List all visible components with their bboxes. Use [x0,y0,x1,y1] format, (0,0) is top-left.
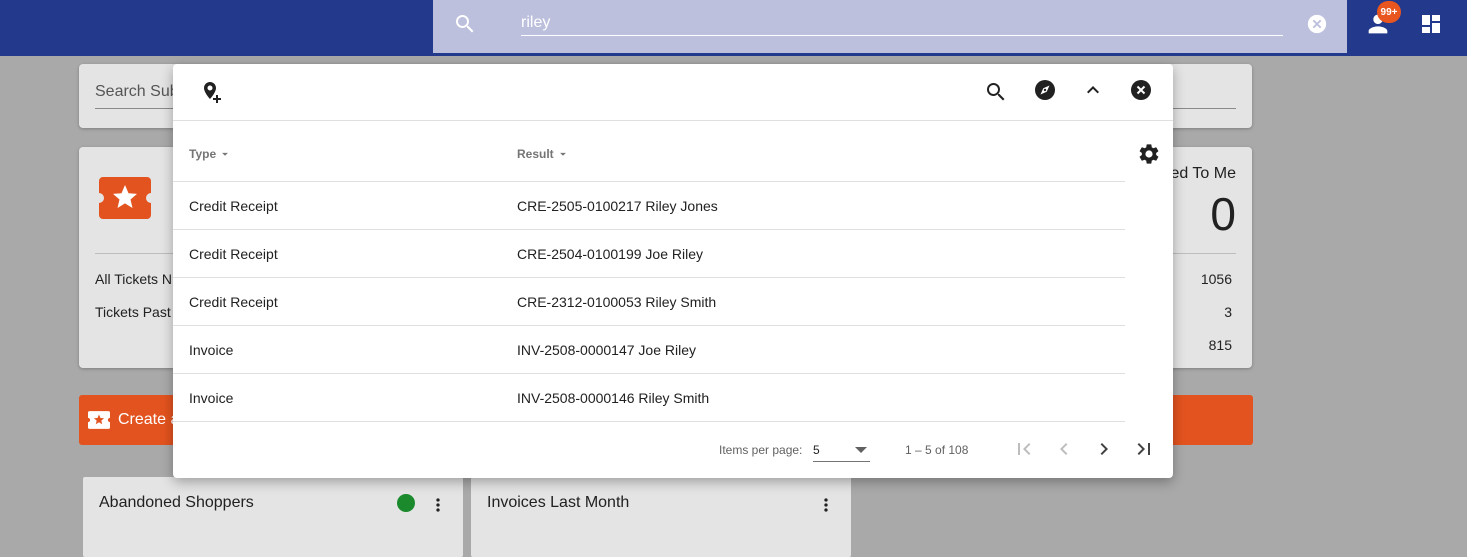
ticket-row-value: 815 [1208,337,1232,353]
cell-type: Credit Receipt [189,294,278,310]
widget-abandoned-shoppers: Abandoned Shoppers [83,477,463,557]
cell-type: Credit Receipt [189,198,278,214]
cell-result: CRE-2312-0100053 Riley Smith [517,294,717,310]
first-page-icon[interactable] [1012,437,1036,461]
search-icon[interactable] [453,12,477,36]
subscriber-search-placeholder[interactable]: Search Sub [95,83,179,101]
ticket-row-label[interactable]: All Tickets N [95,271,172,287]
items-per-page-select[interactable]: 5 [813,438,870,462]
table-row[interactable]: Invoice INV-2508-0000146 Riley Smith [173,374,1125,422]
add-location-icon[interactable] [200,80,224,104]
cell-type: Invoice [189,390,234,406]
table-row[interactable]: Credit Receipt CRE-2504-0100199 Joe Rile… [173,230,1125,278]
column-header-result[interactable]: Result [517,147,570,161]
table-row[interactable]: Credit Receipt CRE-2312-0100053 Riley Sm… [173,278,1125,326]
cell-result: INV-2508-0000147 Joe Riley [517,342,697,358]
global-search-input[interactable] [521,10,1283,36]
clear-icon[interactable] [1306,13,1328,35]
create-ticket-label: Create a [118,411,180,428]
next-page-icon[interactable] [1092,437,1116,461]
assigned-to-me-label: ed To Me [1170,165,1236,182]
widget-title: Abandoned Shoppers [99,494,254,511]
more-vert-icon[interactable] [428,495,448,515]
cell-type: Credit Receipt [189,246,278,262]
page-range-label: 1 – 5 of 108 [905,443,969,457]
app-bar: 99+ [0,0,1467,56]
search-results-panel: Type Result Credit Receipt CRE-2505-0100… [173,64,1173,478]
ticket-star-icon [99,177,151,219]
items-per-page-value: 5 [813,443,820,457]
previous-page-icon[interactable] [1052,437,1076,461]
dashboard-icon[interactable] [1419,12,1443,36]
last-page-icon[interactable] [1132,437,1156,461]
ticket-row-label[interactable]: Tickets Past [95,304,171,320]
results-toolbar [173,64,1173,121]
widget-invoices-last-month: Invoices Last Month [471,477,851,557]
notification-badge: 99+ [1377,1,1401,23]
table-row[interactable]: Invoice INV-2508-0000147 Joe Riley [173,326,1125,374]
cell-result: INV-2508-0000146 Riley Smith [517,390,710,406]
ticket-row-value: 3 [1224,304,1232,320]
assigned-to-me-count: 0 [1210,188,1236,240]
chevron-up-icon[interactable] [1081,78,1105,102]
status-indicator [397,494,415,512]
cell-result: CRE-2505-0100217 Riley Jones [517,198,718,214]
paginator: Items per page: 5 1 – 5 of 108 [173,430,1173,470]
ticket-row-value: 1056 [1200,271,1232,287]
close-circle-icon[interactable] [1129,78,1153,102]
items-per-page-label: Items per page: [719,443,803,457]
search-icon[interactable] [984,80,1008,104]
cell-result: CRE-2504-0100199 Joe Riley [517,246,703,262]
global-search-bar [433,0,1347,53]
table-row[interactable]: Credit Receipt CRE-2505-0100217 Riley Jo… [173,182,1125,230]
widget-title: Invoices Last Month [487,494,630,511]
gear-icon[interactable] [1137,142,1161,166]
column-header-type[interactable]: Type [189,147,232,161]
sort-arrow-icon [222,152,229,156]
sort-arrow-icon [559,152,566,156]
column-header-label: Type [189,147,217,161]
cell-type: Invoice [189,342,234,358]
compass-icon[interactable] [1033,78,1057,102]
more-vert-icon[interactable] [816,495,836,515]
dropdown-arrow-icon [855,447,867,453]
ticket-star-icon [88,411,110,429]
column-header-label: Result [517,147,554,161]
